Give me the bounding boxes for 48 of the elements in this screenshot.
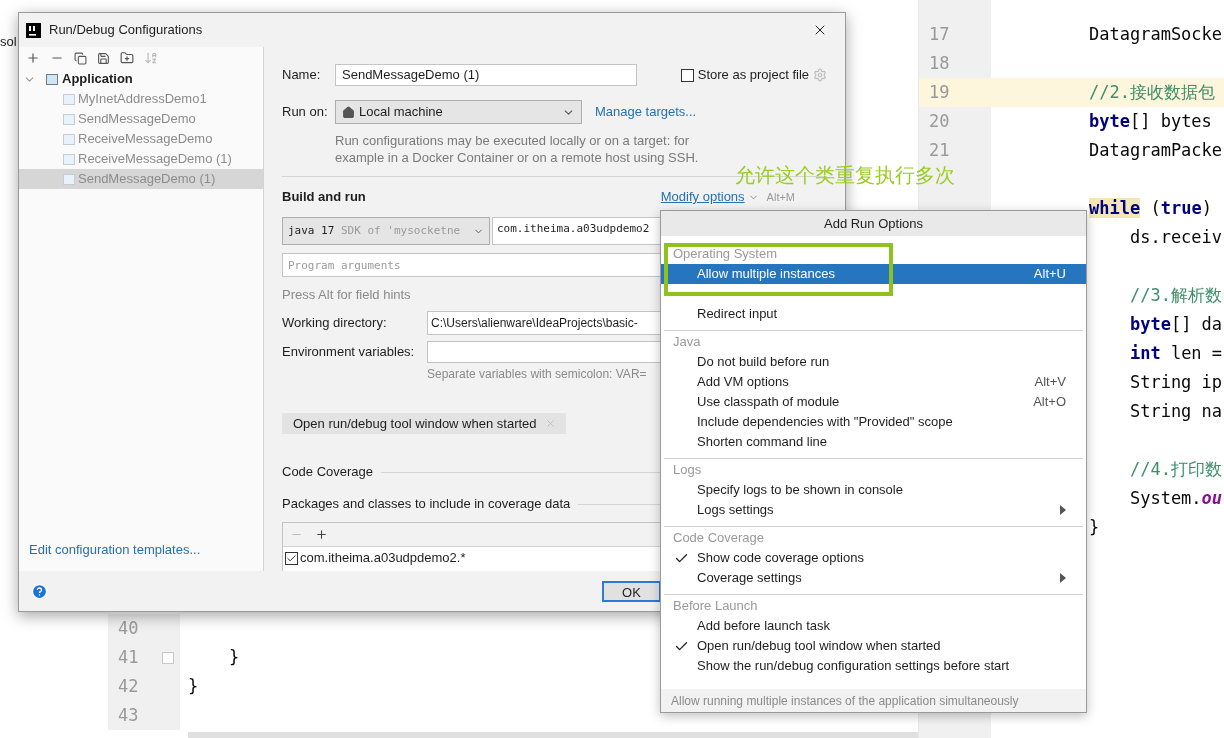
- code-line: int len =: [1128, 341, 1223, 365]
- group-header: Before Launch: [673, 597, 758, 616]
- group-header: Java: [673, 333, 701, 352]
- line-number: 17: [929, 22, 950, 46]
- line-number: 21: [929, 138, 950, 162]
- footer-hint: Allow running multiple instances of the application simultaneously: [671, 692, 1019, 710]
- code-line: byte[] da: [1128, 312, 1223, 336]
- line-number: 42: [118, 674, 139, 698]
- field-label: Run on:: [282, 103, 329, 122]
- annotation-text: 允许这个类重复执行多次: [735, 164, 955, 186]
- checkbox-label: Store as project file: [697, 66, 809, 85]
- code-line: ds.receiv: [1128, 225, 1223, 249]
- code-line: //3.解析数: [1128, 283, 1222, 307]
- code-line: }: [1089, 515, 1100, 539]
- description-text: Run configurations may be executed locally or on a target: for: [335, 132, 691, 149]
- line-number: 43: [118, 703, 139, 727]
- code-line: //2.接收数据包: [1089, 80, 1215, 104]
- section-title: Build and run: [282, 188, 366, 207]
- line-number: 18: [929, 51, 950, 75]
- field-label: Name:: [282, 66, 322, 85]
- line-number: 19: [929, 80, 950, 104]
- code-line: DatagramPacke: [1089, 138, 1223, 162]
- code-line: //4.打印数: [1128, 457, 1222, 481]
- group-header: Code Coverage: [673, 529, 765, 548]
- code-line: byte[] bytes: [1089, 109, 1212, 133]
- code-line: }: [188, 674, 199, 698]
- description-text: example in a Docker Container or on a remote host using SSH.: [335, 149, 700, 166]
- hint-text: Press Alt for field hints: [282, 286, 412, 301]
- code-line: System.ou: [1128, 486, 1223, 510]
- section-title: Code Coverage: [282, 463, 374, 482]
- line-number: 40: [118, 616, 139, 640]
- package-entry: com.itheima.a03udpdemo2.*: [300, 549, 466, 568]
- tree-label: sol: [0, 34, 17, 49]
- group-header: Logs: [673, 461, 702, 480]
- line-number: 20: [929, 109, 950, 133]
- code-line: String ip: [1128, 370, 1223, 394]
- shortcut-text: Alt+M: [766, 189, 796, 205]
- popup-title: Add Run Options: [661, 211, 1086, 236]
- field-label: Environment variables:: [282, 343, 416, 362]
- section-title: Packages and classes to include in coverage data: [282, 495, 571, 514]
- hint-text: Separate variables with semicolon: VAR=: [426, 366, 648, 381]
- code-line: DatagramSocke: [1089, 22, 1223, 46]
- code-line: while (true): [1089, 196, 1212, 220]
- line-number: 41: [118, 645, 139, 669]
- code-line: }: [227, 645, 240, 669]
- window-title: Run/Debug Configurations: [49, 21, 203, 40]
- field-label: Working directory:: [282, 314, 388, 333]
- code-line: String na: [1128, 399, 1223, 423]
